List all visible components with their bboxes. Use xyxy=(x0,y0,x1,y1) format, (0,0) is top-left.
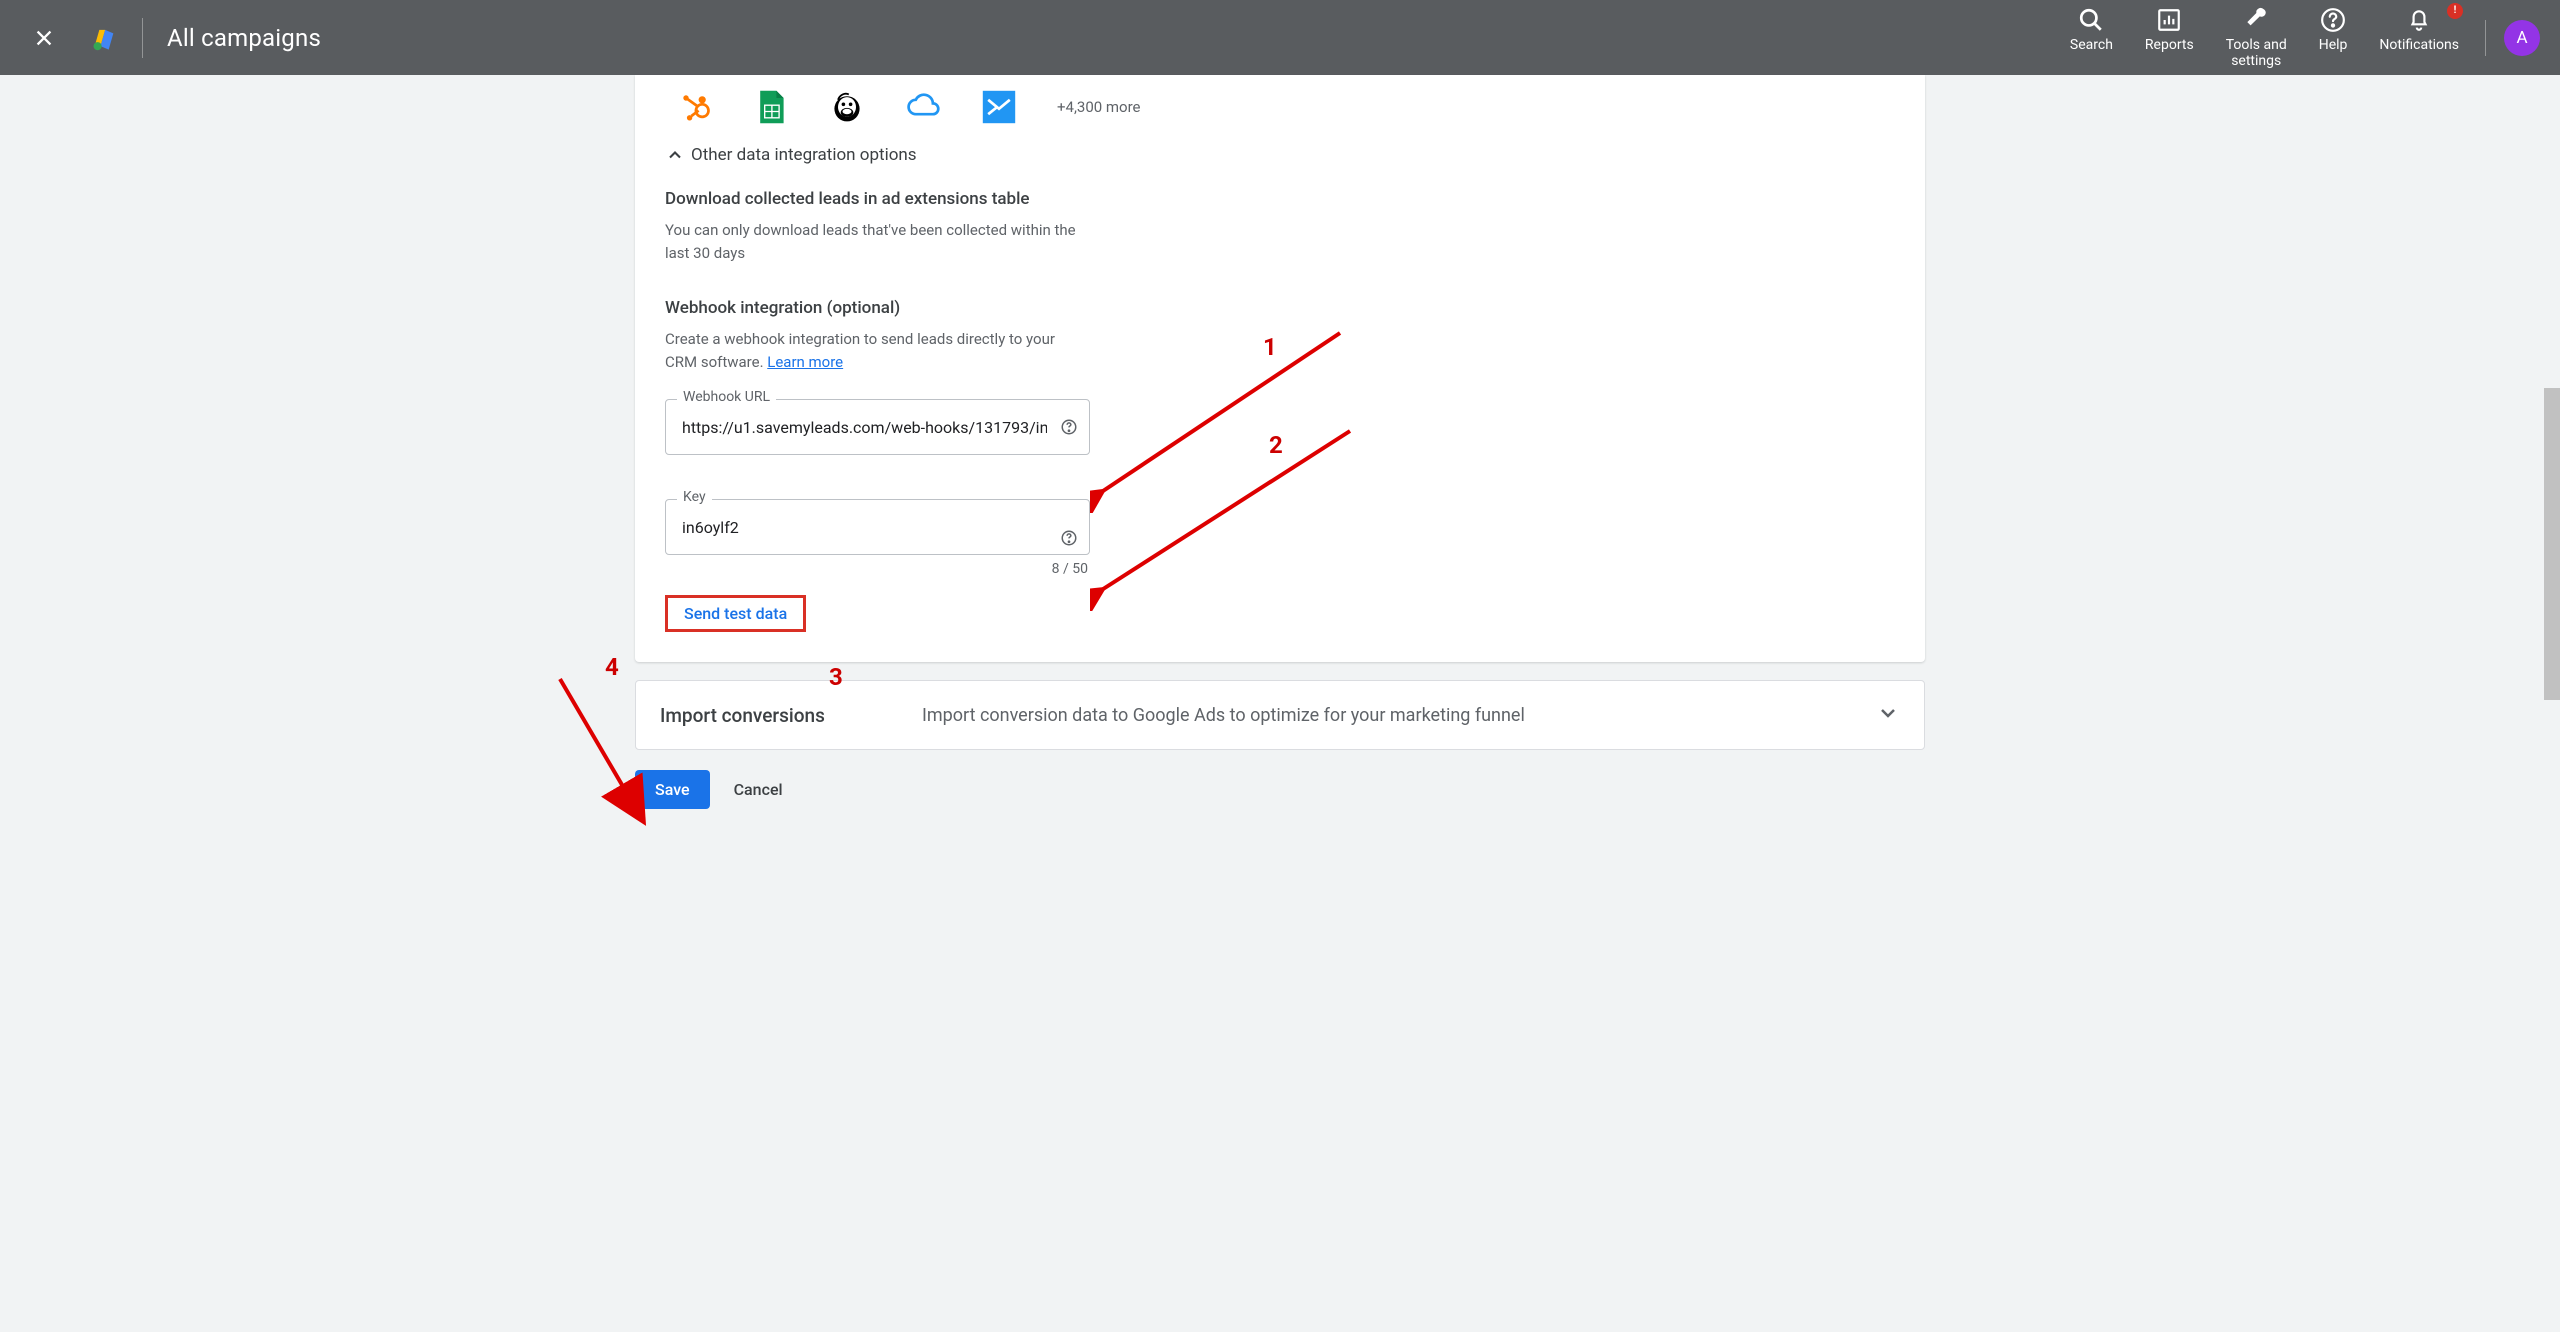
search-tool[interactable]: Search xyxy=(2058,3,2125,57)
tools-settings-tool[interactable]: Tools and settings xyxy=(2214,3,2299,73)
key-char-counter: 8 / 50 xyxy=(665,561,1090,577)
key-label: Key xyxy=(677,489,712,505)
cloud-icon[interactable] xyxy=(905,89,941,125)
hubspot-icon[interactable] xyxy=(677,89,713,125)
other-integration-options-toggle[interactable]: Other data integration options xyxy=(665,145,1895,165)
divider xyxy=(2485,20,2486,56)
page-title: All campaigns xyxy=(167,24,321,52)
import-conversions-title: Import conversions xyxy=(660,704,922,727)
scrollbar[interactable] xyxy=(2544,388,2560,700)
more-integrations-link[interactable]: +4,300 more xyxy=(1057,98,1141,116)
help-icon xyxy=(1060,418,1078,436)
user-avatar[interactable]: A xyxy=(2504,20,2540,56)
key-field: Key 8 / 50 xyxy=(665,499,1090,577)
cancel-button[interactable]: Cancel xyxy=(734,780,783,799)
tools-label1: Tools and xyxy=(2226,37,2287,53)
google-sheets-icon[interactable] xyxy=(753,89,789,125)
reports-label: Reports xyxy=(2145,37,2194,53)
send-test-data-button[interactable]: Send test data xyxy=(684,604,787,623)
webhook-url-field: Webhook URL xyxy=(665,399,1090,455)
annotation-arrow-2 xyxy=(1090,421,1360,611)
mailchimp-icon[interactable] xyxy=(829,89,865,125)
reports-icon xyxy=(2156,7,2182,33)
ads-logo-icon xyxy=(90,24,118,52)
key-help[interactable] xyxy=(1060,529,1078,547)
import-conversions-desc: Import conversion data to Google Ads to … xyxy=(922,705,1876,726)
webhook-url-label: Webhook URL xyxy=(677,389,776,405)
search-icon xyxy=(2078,7,2104,33)
key-input[interactable] xyxy=(665,499,1090,555)
learn-more-link[interactable]: Learn more xyxy=(767,353,843,371)
notification-badge: ! xyxy=(2447,3,2463,19)
tools-label2: settings xyxy=(2231,53,2281,69)
download-section-desc: You can only download leads that've been… xyxy=(665,219,1085,264)
search-label: Search xyxy=(2070,37,2113,53)
download-section-title: Download collected leads in ad extension… xyxy=(665,189,1895,209)
webhook-url-input[interactable] xyxy=(665,399,1090,455)
campaign-monitor-icon[interactable] xyxy=(981,89,1017,125)
wrench-icon xyxy=(2243,7,2269,33)
help-icon xyxy=(2320,7,2346,33)
webhook-section-title: Webhook integration (optional) xyxy=(665,298,1895,318)
expand-icon-wrap xyxy=(1876,701,1900,729)
chevron-down-icon xyxy=(1876,701,1900,725)
google-ads-logo xyxy=(90,24,118,52)
help-tool[interactable]: Help xyxy=(2307,3,2360,57)
close-icon xyxy=(33,27,55,49)
import-conversions-card[interactable]: Import conversions Import conversion dat… xyxy=(635,680,1925,750)
form-actions: Save Cancel xyxy=(635,770,1925,823)
divider xyxy=(142,18,143,58)
bell-icon xyxy=(2406,7,2432,33)
webhook-section-desc: Create a webhook integration to send lea… xyxy=(665,328,1085,373)
header-tools: Search Reports Tools and settings Help !… xyxy=(2058,3,2471,73)
collapser-label: Other data integration options xyxy=(691,145,917,165)
chevron-up-icon xyxy=(665,145,685,165)
help-label: Help xyxy=(2319,37,2348,53)
notifications-tool[interactable]: ! Notifications xyxy=(2367,3,2471,57)
integration-icons-row: +4,300 more xyxy=(677,89,1895,125)
close-button[interactable] xyxy=(20,14,68,62)
app-header: All campaigns Search Reports Tools and s… xyxy=(0,0,2560,75)
webhook-url-help[interactable] xyxy=(1060,418,1078,436)
help-icon xyxy=(1060,529,1078,547)
send-test-highlight: Send test data xyxy=(665,595,806,632)
annotation-arrow-4 xyxy=(550,659,670,839)
reports-tool[interactable]: Reports xyxy=(2133,3,2206,57)
notifications-label: Notifications xyxy=(2379,37,2459,53)
